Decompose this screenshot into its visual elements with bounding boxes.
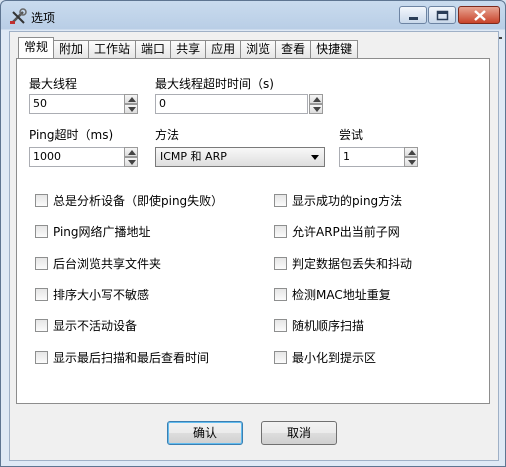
maximize-button[interactable]	[428, 6, 456, 24]
max-threads-input[interactable]: 50	[29, 94, 125, 114]
general-panel: 最大线程 50 最大线程超时时间（s) 0 Ping超时（ms) 1000 方法…	[16, 58, 490, 404]
thread-timeout-spinner[interactable]	[309, 94, 323, 114]
spin-down-button[interactable]	[404, 157, 418, 167]
max-threads-label: 最大线程	[29, 77, 78, 91]
dialog-body: 常规 附加 工作站 端口 共享 应用 浏览 查看 快捷键 最大线程 50 最大线…	[9, 31, 499, 461]
cancel-button[interactable]: 取消	[261, 421, 337, 445]
tab-applications[interactable]: 应用	[205, 40, 242, 58]
ping-timeout-input[interactable]: 1000	[29, 147, 125, 167]
tab-shortcuts[interactable]: 快捷键	[310, 40, 359, 58]
checkbox-label[interactable]: 显示成功的ping方法	[292, 192, 402, 209]
spin-up-button[interactable]	[124, 147, 138, 157]
checkbox-packet-loss[interactable]	[274, 257, 287, 270]
checkbox-label[interactable]: 检测MAC地址重复	[292, 286, 391, 303]
checkbox-browse-shares[interactable]	[35, 257, 48, 270]
arrow-up-icon	[408, 150, 416, 155]
tab-view[interactable]: 查看	[275, 40, 312, 58]
close-icon	[474, 10, 486, 21]
arrow-down-icon	[128, 160, 136, 165]
checkbox-label[interactable]: 总是分析设备（即使ping失败）	[53, 192, 223, 209]
tab-additional[interactable]: 附加	[53, 40, 90, 58]
tools-icon	[10, 8, 27, 24]
tab-workstation[interactable]: 工作站	[88, 40, 137, 58]
title-bar[interactable]: 选项	[1, 1, 505, 31]
checkbox-always-analyze[interactable]	[35, 194, 48, 207]
arrow-up-icon	[128, 150, 136, 155]
arrow-up-icon	[313, 97, 321, 102]
maximize-icon	[436, 10, 449, 21]
spin-up-button[interactable]	[309, 94, 323, 104]
ok-button[interactable]: 确认	[167, 421, 243, 445]
checkbox-show-inactive[interactable]	[35, 319, 48, 332]
checkbox-label[interactable]: 随机顺序扫描	[292, 317, 364, 334]
method-select-value: ICMP 和 ARP	[160, 150, 227, 163]
arrow-up-icon	[128, 97, 136, 102]
checkbox-label[interactable]: 后台浏览共享文件夹	[53, 255, 161, 272]
retries-spinner[interactable]	[404, 147, 418, 167]
checkbox-label[interactable]: 显示最后扫描和最后查看时间	[53, 349, 209, 366]
thread-timeout-label: 最大线程超时时间（s)	[155, 77, 274, 91]
minimize-icon	[409, 17, 418, 20]
checkbox-label[interactable]: 显示不活动设备	[53, 317, 137, 334]
max-threads-spinner[interactable]	[124, 94, 138, 114]
arrow-down-icon	[408, 160, 416, 165]
tab-general[interactable]: 常规	[18, 37, 55, 58]
spin-up-button[interactable]	[404, 147, 418, 157]
ping-timeout-spinner[interactable]	[124, 147, 138, 167]
checkbox-case-insensitive[interactable]	[35, 288, 48, 301]
checkbox-label[interactable]: 允许ARP出当前子网	[292, 223, 400, 240]
arrow-down-icon	[128, 107, 136, 112]
checkbox-label[interactable]: 判定数据包丢失和抖动	[292, 255, 412, 272]
window-title: 选项	[31, 11, 56, 25]
checkbox-show-ping-method[interactable]	[274, 194, 287, 207]
checkbox-label[interactable]: 最小化到提示区	[292, 349, 376, 366]
thread-timeout-input[interactable]: 0	[155, 94, 308, 114]
spin-down-button[interactable]	[309, 104, 323, 114]
checkbox-show-last-scan[interactable]	[35, 351, 48, 364]
minimize-button[interactable]	[399, 6, 427, 24]
method-select[interactable]: ICMP 和 ARP	[155, 147, 325, 167]
arrow-down-icon	[313, 107, 321, 112]
spin-down-button[interactable]	[124, 104, 138, 114]
checkbox-allow-arp[interactable]	[274, 225, 287, 238]
checkbox-random-order[interactable]	[274, 319, 287, 332]
options-window: 选项 常规 附加 工作站 端口 共享 应用 浏览 查看 快捷键 最大线程 50	[0, 0, 506, 467]
tab-browse[interactable]: 浏览	[240, 40, 277, 58]
checkbox-label[interactable]: 排序大小写不敏感	[53, 286, 149, 303]
method-label: 方法	[155, 128, 180, 142]
checkbox-label[interactable]: Ping网络广播地址	[53, 223, 151, 240]
spin-up-button[interactable]	[124, 94, 138, 104]
retries-input[interactable]: 1	[339, 147, 405, 167]
ping-timeout-label: Ping超时（ms)	[29, 128, 114, 142]
checkbox-ping-broadcast[interactable]	[35, 225, 48, 238]
chevron-down-icon	[311, 155, 319, 160]
spin-down-button[interactable]	[124, 157, 138, 167]
checkbox-minimize-tray[interactable]	[274, 351, 287, 364]
checkbox-mac-duplicate[interactable]	[274, 288, 287, 301]
tab-strip: 常规 附加 工作站 端口 共享 应用 浏览 查看 快捷键	[18, 37, 359, 58]
close-button[interactable]	[458, 6, 500, 24]
tab-ports[interactable]: 端口	[135, 40, 172, 58]
retries-label: 尝试	[339, 128, 364, 142]
tab-shares[interactable]: 共享	[170, 40, 207, 58]
